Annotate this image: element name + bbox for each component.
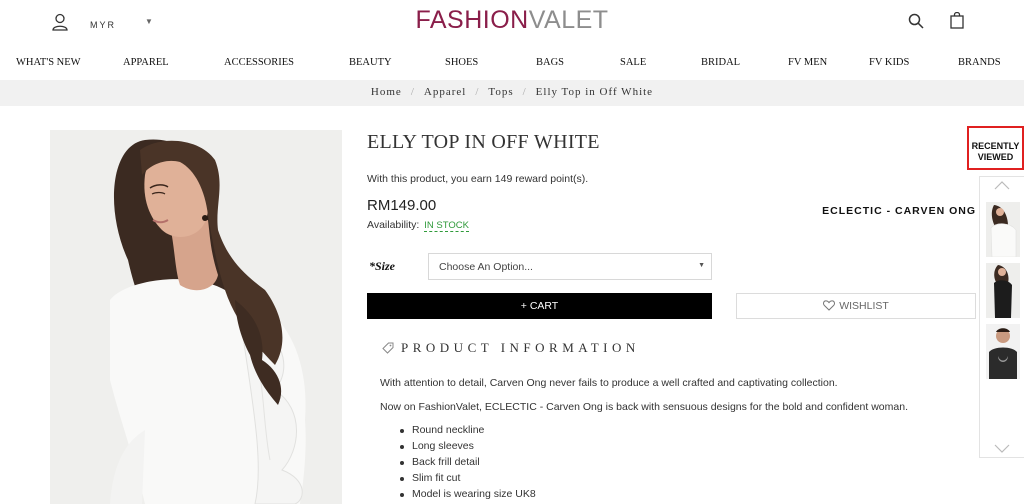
size-label: *Size xyxy=(369,259,396,273)
shopping-bag-icon[interactable] xyxy=(950,12,964,29)
breadcrumb: Home / Apparel / Tops / Elly Top in Off White xyxy=(0,86,1024,98)
recently-viewed-panel xyxy=(979,176,1024,458)
heart-icon xyxy=(823,300,836,311)
thumbnail-image xyxy=(986,202,1020,257)
wishlist-button[interactable]: WISHLIST xyxy=(736,293,976,319)
logo-part-valet: VALET xyxy=(528,6,609,34)
breadcrumb-apparel[interactable]: Apparel xyxy=(424,86,466,98)
feature-item: Model is wearing size UK8 xyxy=(398,488,536,504)
stock-status-badge: IN STOCK xyxy=(424,220,469,232)
feature-item: Long sleeves xyxy=(398,440,536,456)
chevron-down-icon: ▼ xyxy=(698,262,705,269)
thumbnail-image xyxy=(986,324,1020,379)
product-information-title: PRODUCT INFORMATION xyxy=(401,340,640,355)
reward-points-text: With this product, you earn 149 reward p… xyxy=(367,173,589,185)
nav-item-sale[interactable]: SALE xyxy=(620,57,646,68)
nav-item-bags[interactable]: BAGS xyxy=(536,57,564,68)
nav-item-beauty[interactable]: BEAUTY xyxy=(349,57,392,68)
feature-item: Back frill detail xyxy=(398,456,536,472)
product-description-1: With attention to detail, Carven Ong nev… xyxy=(380,377,838,389)
recent-thumbnail-3[interactable] xyxy=(986,324,1020,379)
breadcrumb-separator: / xyxy=(475,86,480,98)
tag-icon xyxy=(382,342,394,354)
feature-item: Round neckline xyxy=(398,424,536,440)
chevron-up-icon[interactable] xyxy=(994,181,1010,190)
product-features-list: Round neckline Long sleeves Back frill d… xyxy=(398,424,536,504)
thumbnail-image xyxy=(986,263,1020,318)
product-description-2: Now on FashionValet, ECLECTIC - Carven O… xyxy=(380,401,908,413)
availability-label: Availability: xyxy=(367,219,420,231)
nav-item-brands[interactable]: BRANDS xyxy=(958,57,1001,68)
product-title: ELLY TOP IN OFF WHITE xyxy=(367,131,600,153)
breadcrumb-home[interactable]: Home xyxy=(371,86,402,98)
logo-part-fashion: FASHION xyxy=(415,6,529,34)
product-image[interactable] xyxy=(50,130,342,504)
breadcrumb-separator: / xyxy=(522,86,527,98)
search-icon[interactable] xyxy=(908,13,924,29)
breadcrumb-current: Elly Top in Off White xyxy=(535,86,654,98)
size-select[interactable]: Choose An Option... ▼ xyxy=(428,253,712,280)
availability: Availability: IN STOCK xyxy=(367,219,469,232)
recently-viewed-toggle[interactable]: RECENTLY VIEWED xyxy=(967,126,1024,170)
product-price: RM149.00 xyxy=(367,197,437,214)
nav-item-apparel[interactable]: APPAREL xyxy=(123,57,169,68)
nav-item-fv-men[interactable]: FV MEN xyxy=(788,57,827,68)
chevron-down-icon[interactable] xyxy=(994,444,1010,453)
nav-item-bridal[interactable]: BRIDAL xyxy=(701,57,740,68)
recent-thumbnail-2[interactable] xyxy=(986,263,1020,318)
breadcrumb-bar: Home / Apparel / Tops / Elly Top in Off White xyxy=(0,80,1024,106)
nav-item-shoes[interactable]: SHOES xyxy=(445,57,478,68)
main-navigation: WHAT'S NEW APPAREL ACCESSORIES BEAUTY SH… xyxy=(0,57,1024,73)
size-select-value: Choose An Option... xyxy=(439,261,533,273)
recent-thumbnail-1[interactable] xyxy=(986,202,1020,257)
recently-viewed-line1: RECENTLY xyxy=(971,141,1020,151)
brand-link[interactable]: ECLECTIC - CARVEN ONG xyxy=(822,205,976,217)
model-photo xyxy=(50,130,342,504)
feature-item: Slim fit cut xyxy=(398,472,536,488)
recently-viewed-label: RECENTLY VIEWED xyxy=(969,141,1022,163)
wishlist-label: WISHLIST xyxy=(839,300,889,312)
add-to-cart-button[interactable]: + CART xyxy=(367,293,712,319)
breadcrumb-separator: / xyxy=(410,86,415,98)
nav-item-accessories[interactable]: ACCESSORIES xyxy=(224,57,294,68)
site-header: MYR ▼ FASHIONVALET xyxy=(0,0,1024,44)
nav-item-fv-kids[interactable]: FV KIDS xyxy=(869,57,909,68)
nav-item-whats-new[interactable]: WHAT'S NEW xyxy=(16,57,81,68)
breadcrumb-tops[interactable]: Tops xyxy=(488,86,513,98)
site-logo[interactable]: FASHIONVALET xyxy=(0,6,1024,35)
recently-viewed-line2: VIEWED xyxy=(977,152,1014,162)
